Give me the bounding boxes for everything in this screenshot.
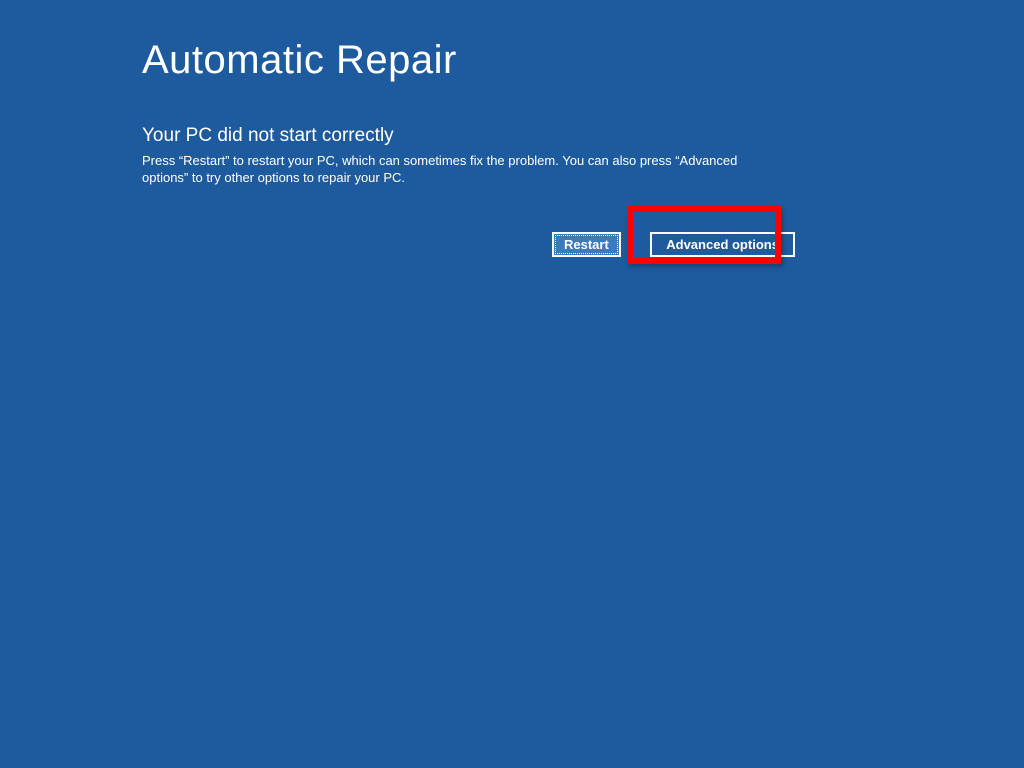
recovery-screen: Automatic Repair Your PC did not start c… bbox=[0, 0, 1024, 257]
page-title: Automatic Repair bbox=[142, 38, 1024, 83]
button-row: Restart Advanced options bbox=[142, 232, 1024, 257]
description-text: Press “Restart” to restart your PC, whic… bbox=[142, 153, 782, 187]
restart-button[interactable]: Restart bbox=[552, 232, 621, 257]
subtitle: Your PC did not start correctly bbox=[142, 125, 1024, 147]
advanced-options-button[interactable]: Advanced options bbox=[650, 232, 795, 257]
